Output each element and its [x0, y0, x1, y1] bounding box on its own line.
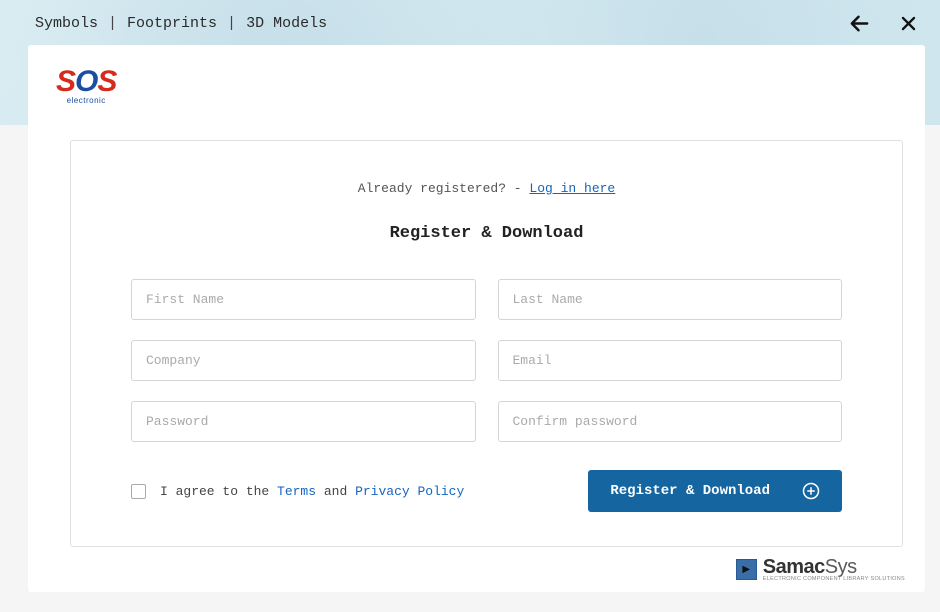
plus-circle-icon — [802, 482, 820, 500]
privacy-policy-link[interactable]: Privacy Policy — [355, 484, 464, 499]
samacsys-icon — [736, 559, 757, 580]
close-icon — [899, 14, 918, 33]
password-field[interactable] — [131, 401, 476, 442]
sos-logo[interactable]: SOS electronic — [28, 45, 238, 125]
login-link[interactable]: Log in here — [529, 181, 615, 196]
company-field[interactable] — [131, 340, 476, 381]
terms-link[interactable]: Terms — [277, 484, 316, 499]
last-name-field[interactable] — [498, 279, 843, 320]
breadcrumb-separator: | — [227, 15, 236, 32]
arrow-left-icon — [848, 12, 871, 35]
register-download-button[interactable]: Register & Download — [588, 470, 842, 512]
breadcrumb-3d-models[interactable]: 3D Models — [246, 15, 327, 32]
breadcrumb-separator: | — [108, 15, 117, 32]
breadcrumb-symbols[interactable]: Symbols — [35, 15, 98, 32]
samacsys-tagline: ELECTRONIC COMPONENT LIBRARY SOLUTIONS — [763, 577, 905, 583]
samacsys-logo[interactable]: SamacSys ELECTRONIC COMPONENT LIBRARY SO… — [736, 557, 905, 583]
first-name-field[interactable] — [131, 279, 476, 320]
terms-text: I agree to the Terms and Privacy Policy — [160, 484, 464, 499]
breadcrumb-footprints[interactable]: Footprints — [127, 15, 217, 32]
close-button[interactable] — [899, 14, 918, 33]
breadcrumb: Symbols | Footprints | 3D Models — [35, 15, 327, 32]
email-field[interactable] — [498, 340, 843, 381]
sos-logo-tagline: electronic — [67, 96, 106, 105]
register-button-label: Register & Download — [610, 483, 770, 499]
login-prompt: Already registered? - Log in here — [71, 181, 902, 196]
sos-logo-text: SOS — [56, 65, 116, 99]
main-panel: SOS electronic Already registered? - Log… — [28, 45, 925, 592]
back-button[interactable] — [848, 12, 871, 35]
terms-agreement[interactable]: I agree to the Terms and Privacy Policy — [131, 484, 464, 499]
terms-checkbox[interactable] — [131, 484, 146, 499]
confirm-password-field[interactable] — [498, 401, 843, 442]
samacsys-brand: SamacSys — [763, 557, 905, 577]
register-form-card: Already registered? - Log in here Regist… — [70, 140, 903, 547]
form-title: Register & Download — [71, 224, 902, 243]
